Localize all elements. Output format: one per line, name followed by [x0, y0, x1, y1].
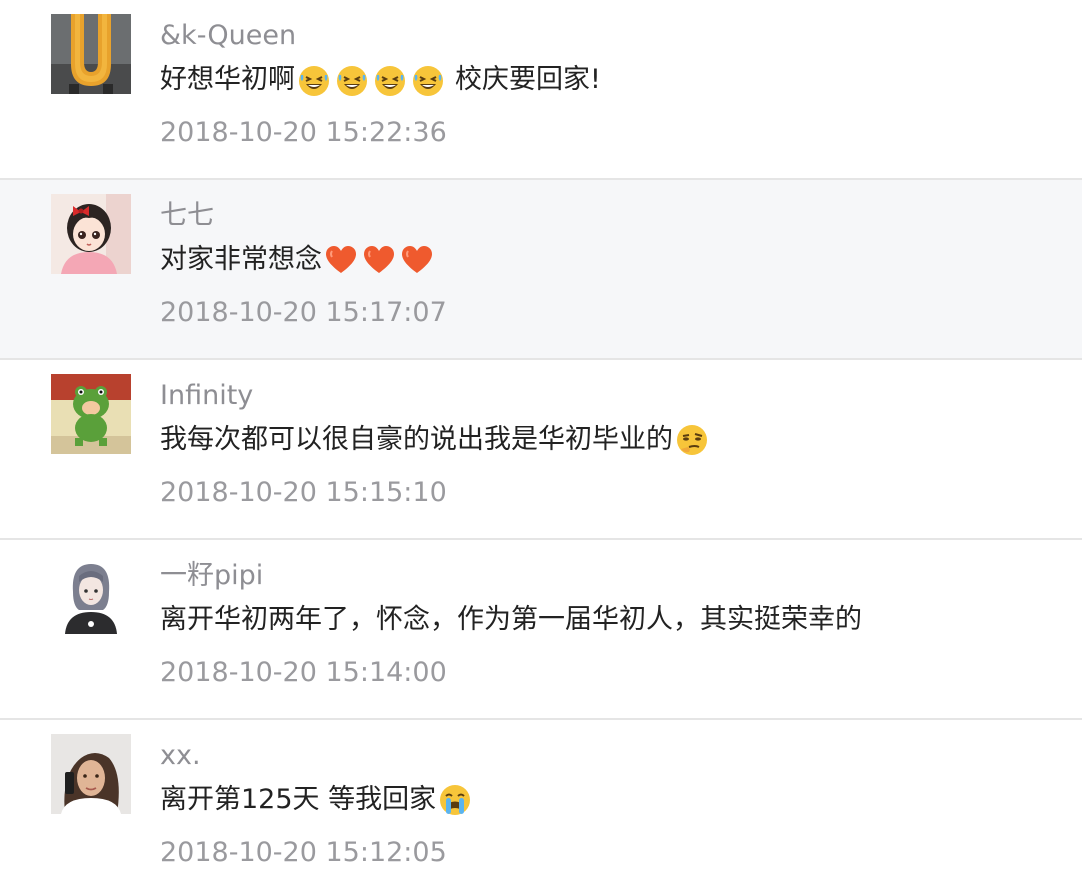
grinning-squint-sweat-emoji-icon	[373, 63, 407, 97]
avatar-image	[51, 734, 131, 814]
avatar[interactable]	[51, 734, 131, 814]
comment-row[interactable]: 七七 对家非常想念 2018-10-20 15:17:07	[0, 180, 1082, 360]
grinning-squint-sweat-emoji-icon	[335, 63, 369, 97]
grinning-squint-sweat-emoji-icon	[297, 63, 331, 97]
comment-username[interactable]: &k-Queen	[160, 19, 296, 53]
comment-content: 离开华初两年了，怀念，作为第一届华初人，其实挺荣幸的	[160, 602, 862, 638]
avatar-image	[51, 14, 131, 94]
comment-timestamp: 2018-10-20 15:14:00	[160, 657, 447, 688]
smirk-thinking-emoji-icon	[675, 423, 709, 457]
grinning-squint-sweat-emoji-icon	[411, 63, 445, 97]
comment-content: 我每次都可以很自豪的说出我是华初毕业的	[160, 422, 709, 458]
comment-row[interactable]: Infinity 我每次都可以很自豪的说出我是华初毕业的 2018-10-20 …	[0, 360, 1082, 540]
comment-text: 离开第125天 等我回家	[160, 784, 437, 815]
avatar[interactable]	[51, 194, 131, 274]
comment-text: 离开华初两年了，怀念，作为第一届华初人，其实挺荣幸的	[160, 604, 862, 635]
comment-row[interactable]: xx. 离开第125天 等我回家 2018-10-20 15:12:05	[0, 720, 1082, 890]
avatar-image	[51, 374, 131, 454]
comment-text: 对家非常想念	[160, 244, 322, 275]
comment-content: 好想华初啊 校庆要回家!	[160, 62, 601, 98]
comment-username[interactable]: 七七	[160, 199, 214, 233]
avatar-image	[51, 194, 131, 274]
comment-username[interactable]: 一籽pipi	[160, 559, 263, 593]
comment-text: 我每次都可以很自豪的说出我是华初毕业的	[160, 424, 673, 455]
avatar-image	[51, 554, 131, 634]
comment-timestamp: 2018-10-20 15:17:07	[160, 297, 447, 328]
avatar[interactable]	[51, 14, 131, 94]
comment-list: &k-Queen 好想华初啊 校庆要回家! 2018-10-20 15:22:3…	[0, 0, 1082, 890]
comment-content: 对家非常想念	[160, 242, 434, 278]
crying-face-emoji-icon	[438, 783, 472, 817]
heart-emoji-icon	[324, 243, 358, 277]
comment-text: 好想华初啊	[160, 64, 295, 95]
avatar[interactable]	[51, 554, 131, 634]
avatar[interactable]	[51, 374, 131, 454]
comment-content: 离开第125天 等我回家	[160, 782, 472, 818]
heart-emoji-icon	[362, 243, 396, 277]
comment-username[interactable]: Infinity	[160, 379, 253, 413]
comment-timestamp: 2018-10-20 15:15:10	[160, 477, 447, 508]
heart-emoji-icon	[400, 243, 434, 277]
comment-timestamp: 2018-10-20 15:22:36	[160, 117, 447, 148]
comment-row[interactable]: 一籽pipi 离开华初两年了，怀念，作为第一届华初人，其实挺荣幸的 2018-1…	[0, 540, 1082, 720]
comment-text-after: 校庆要回家!	[455, 64, 601, 95]
comment-username[interactable]: xx.	[160, 739, 201, 773]
comment-timestamp: 2018-10-20 15:12:05	[160, 837, 447, 868]
comment-row[interactable]: &k-Queen 好想华初啊 校庆要回家! 2018-10-20 15:22:3…	[0, 0, 1082, 180]
